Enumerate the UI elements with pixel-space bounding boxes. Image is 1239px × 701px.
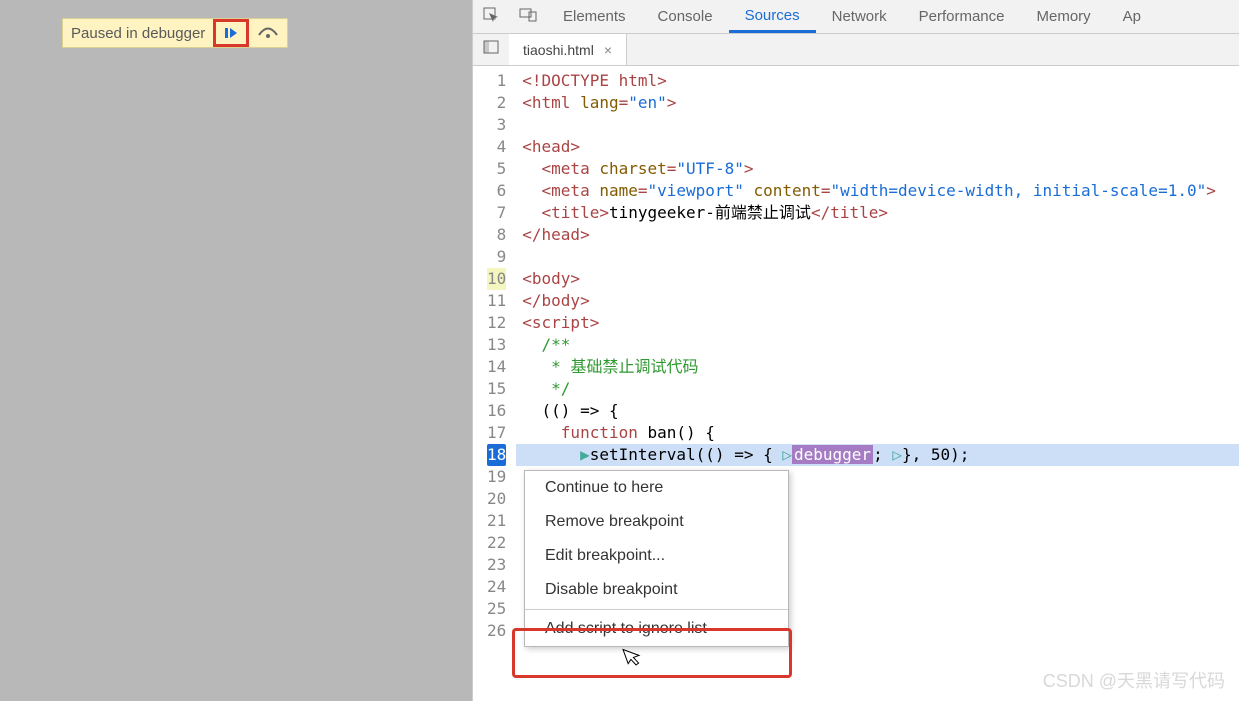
code-line[interactable]: ▶setInterval(() => { ▷debugger; ▷}, 50); [516, 444, 1239, 466]
tab-performance[interactable]: Performance [903, 0, 1021, 33]
line-number[interactable]: 1 [487, 70, 506, 92]
line-number[interactable]: 15 [487, 378, 506, 400]
context-menu-item[interactable]: Disable breakpoint [525, 573, 788, 607]
context-menu-item[interactable]: Edit breakpoint... [525, 539, 788, 573]
line-number[interactable]: 12 [487, 312, 506, 334]
paused-in-debugger-overlay: Paused in debugger [62, 18, 288, 48]
context-menu: Continue to hereRemove breakpointEdit br… [524, 470, 789, 647]
inspect-icon[interactable] [473, 7, 509, 27]
line-number[interactable]: 4 [487, 136, 506, 158]
line-number[interactable]: 13 [487, 334, 506, 356]
line-number[interactable]: 9 [487, 246, 506, 268]
file-tab[interactable]: tiaoshi.html × [509, 34, 627, 65]
line-number[interactable]: 18 [487, 444, 506, 466]
resume-icon[interactable] [224, 26, 238, 40]
line-number[interactable]: 2 [487, 92, 506, 114]
close-icon[interactable]: × [604, 42, 612, 58]
watermark: CSDN @天黑请写代码 [1043, 667, 1225, 693]
line-number[interactable]: 17 [487, 422, 506, 444]
line-number[interactable]: 24 [487, 576, 506, 598]
code-line[interactable]: * 基础禁止调试代码 [516, 356, 1239, 378]
code-line[interactable]: <html lang="en"> [516, 92, 1239, 114]
line-number[interactable]: 25 [487, 598, 506, 620]
line-number[interactable]: 6 [487, 180, 506, 202]
context-menu-item-add-ignore[interactable]: Add script to ignore list [525, 612, 788, 646]
file-tab-name: tiaoshi.html [523, 42, 594, 58]
context-menu-item[interactable]: Continue to here [525, 471, 788, 505]
line-number[interactable]: 11 [487, 290, 506, 312]
code-line[interactable] [516, 114, 1239, 136]
code-line[interactable]: </head> [516, 224, 1239, 246]
line-number[interactable]: 20 [487, 488, 506, 510]
line-number[interactable]: 3 [487, 114, 506, 136]
resume-button-highlight [213, 19, 249, 47]
line-number[interactable]: 7 [487, 202, 506, 224]
code-line[interactable]: */ [516, 378, 1239, 400]
tab-network[interactable]: Network [816, 0, 903, 33]
file-tab-bar: tiaoshi.html × [473, 34, 1239, 66]
code-line[interactable]: <meta charset="UTF-8"> [516, 158, 1239, 180]
code-line[interactable] [516, 246, 1239, 268]
tab-elements[interactable]: Elements [547, 0, 642, 33]
tab-console[interactable]: Console [642, 0, 729, 33]
device-toggle-icon[interactable] [509, 8, 547, 26]
code-line[interactable]: <!DOCTYPE html> [516, 70, 1239, 92]
line-number[interactable]: 21 [487, 510, 506, 532]
code-line[interactable]: <title>tinygeeker-前端禁止调试</title> [516, 202, 1239, 224]
code-line[interactable]: /** [516, 334, 1239, 356]
line-number[interactable]: 16 [487, 400, 506, 422]
code-line[interactable]: <meta name="viewport" content="width=dev… [516, 180, 1239, 202]
devtools-tabs: ElementsConsoleSourcesNetworkPerformance… [473, 0, 1239, 34]
line-number-gutter[interactable]: 1234567891011121314151617181920212223242… [473, 66, 516, 701]
line-number[interactable]: 10 [487, 268, 506, 290]
tab-ap[interactable]: Ap [1107, 0, 1157, 33]
step-over-icon[interactable] [249, 23, 287, 44]
paused-label: Paused in debugger [63, 25, 213, 42]
context-menu-separator [525, 609, 788, 610]
code-line[interactable]: (() => { [516, 400, 1239, 422]
tab-sources[interactable]: Sources [729, 0, 816, 33]
code-line[interactable]: <script> [516, 312, 1239, 334]
code-line[interactable]: <head> [516, 136, 1239, 158]
line-number[interactable]: 8 [487, 224, 506, 246]
sidebar-toggle-icon[interactable] [473, 40, 509, 59]
line-number[interactable]: 26 [487, 620, 506, 642]
context-menu-item[interactable]: Remove breakpoint [525, 505, 788, 539]
line-number[interactable]: 14 [487, 356, 506, 378]
line-number[interactable]: 19 [487, 466, 506, 488]
line-number[interactable]: 23 [487, 554, 506, 576]
code-line[interactable]: </body> [516, 290, 1239, 312]
line-number[interactable]: 5 [487, 158, 506, 180]
line-number[interactable]: 22 [487, 532, 506, 554]
tab-memory[interactable]: Memory [1021, 0, 1107, 33]
code-line[interactable]: <body> [516, 268, 1239, 290]
code-line[interactable]: function ban() { [516, 422, 1239, 444]
